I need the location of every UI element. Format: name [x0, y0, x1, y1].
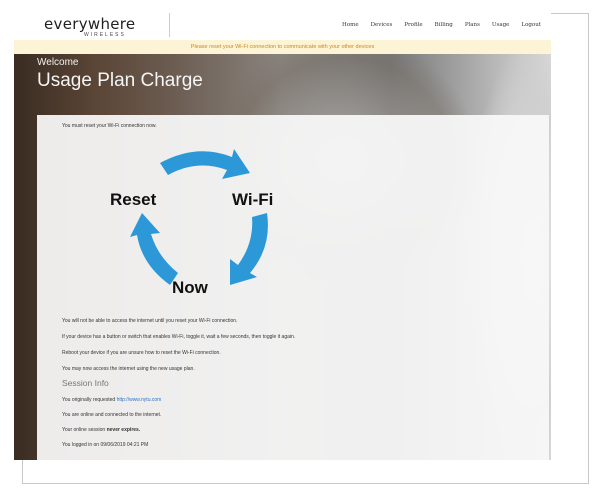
nav-profile[interactable]: Profile	[404, 22, 422, 28]
instruction-2: If your device has a button or switch th…	[62, 334, 296, 340]
nav-logout[interactable]: Logout	[521, 22, 541, 28]
logo-text: everywhere	[44, 15, 136, 33]
page-title: Usage Plan Charge	[37, 70, 203, 91]
nav-devices[interactable]: Devices	[371, 22, 393, 28]
logo[interactable]: everywhere WIRELESS	[44, 15, 156, 38]
instruction-1: You will not be able to access the inter…	[62, 318, 238, 324]
session-requested: You originally requested http://www.nytu…	[62, 397, 161, 403]
session-online: You are online and connected to the inte…	[62, 412, 162, 418]
diagram-reset-label: Reset	[110, 190, 157, 209]
alert-banner-text: Please reset your Wi-Fi connection to co…	[190, 44, 375, 50]
session-logged-in: You logged in on 09/06/2019 04:21 PM	[62, 442, 149, 448]
reset-wifi-diagram: Reset Wi-Fi Now	[110, 149, 273, 297]
instruction-3: Reboot your device if you are unsure how…	[62, 350, 221, 356]
content-panel: You must reset your Wi-Fi connection now…	[37, 115, 549, 460]
diagram-now-label: Now	[172, 278, 209, 297]
logo-subtext: WIRELESS	[84, 32, 126, 38]
logo-divider	[169, 13, 170, 37]
nav-usage[interactable]: Usage	[492, 22, 510, 28]
nav-home[interactable]: Home	[342, 22, 359, 28]
nav-billing[interactable]: Billing	[435, 22, 453, 28]
arrow-right-icon	[230, 213, 268, 285]
nav-plans[interactable]: Plans	[465, 22, 480, 28]
requested-url-link[interactable]: http://www.nytu.com	[117, 397, 162, 403]
diagram-wifi-label: Wi-Fi	[232, 190, 273, 209]
requested-prefix: You originally requested	[62, 397, 116, 403]
arrow-left-icon	[130, 213, 178, 285]
intro-text: You must reset your Wi-Fi connection now…	[62, 123, 157, 129]
instruction-4: You may now access the internet using th…	[62, 366, 195, 372]
welcome-text: Welcome	[37, 57, 79, 68]
alert-banner: Please reset your Wi-Fi connection to co…	[14, 40, 551, 54]
arrow-top-icon	[160, 149, 250, 179]
expires-prefix: Your online session	[62, 427, 106, 433]
session-heading: Session Info	[62, 378, 109, 388]
expires-value: never expires.	[106, 427, 141, 433]
session-expires: Your online session never expires.	[62, 427, 140, 433]
main-nav: Home Devices Profile Billing Plans Usage…	[330, 22, 541, 28]
